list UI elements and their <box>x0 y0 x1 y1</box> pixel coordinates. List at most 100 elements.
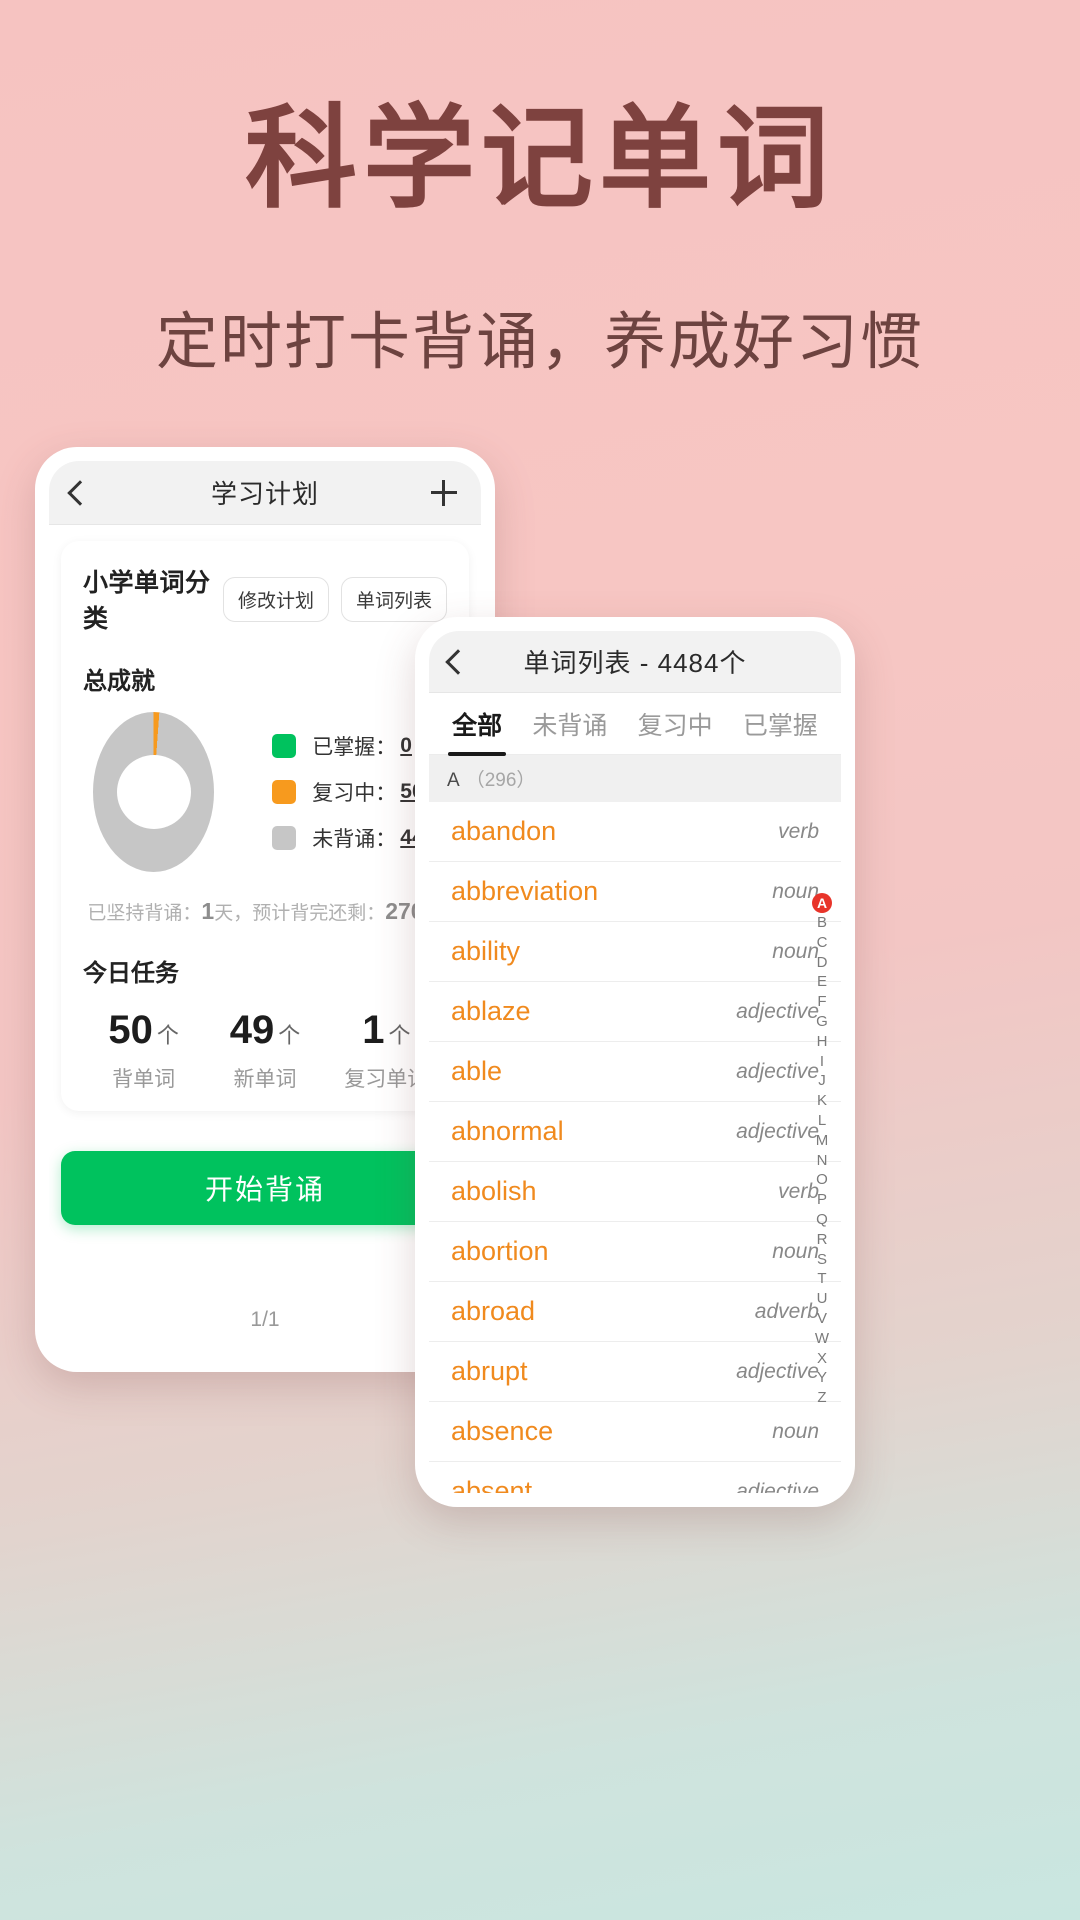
word-text: abroad <box>451 1296 536 1326</box>
group-count: （296） <box>465 770 536 791</box>
list-item[interactable]: absence noun <box>429 1402 841 1462</box>
tab-unlearned[interactable]: 未背诵 <box>528 700 611 748</box>
word-text: abrupt <box>451 1356 528 1386</box>
alphabet-index-scrollbar[interactable]: ABCDEFGHIJKLMNOPQRSTUVWXYZ <box>809 893 835 1408</box>
word-list-tabs: 全部 未背诵 复习中 已掌握 <box>429 693 841 756</box>
alphabet-index-v[interactable]: V <box>817 1309 827 1329</box>
alphabet-index-j[interactable]: J <box>818 1071 826 1091</box>
alphabet-index-o[interactable]: O <box>816 1170 828 1190</box>
word-list-screen: 单词列表 - 4484个 全部 未背诵 复习中 已掌握 A （296） aband… <box>429 631 841 1493</box>
list-item[interactable]: abrupt adjective <box>429 1342 841 1402</box>
list-item[interactable]: ablaze adjective <box>429 982 841 1042</box>
start-recite-button[interactable]: 开始背诵 <box>61 1151 469 1225</box>
task-unit: 个 <box>156 1023 179 1048</box>
list-item[interactable]: abnormal adjective <box>429 1102 841 1162</box>
achievement-heading: 总成就 <box>83 668 155 695</box>
alphabet-index-k[interactable]: K <box>817 1091 827 1111</box>
word-list-title: 单词列表 - 4484个 <box>523 648 747 678</box>
streak-middle: 天，预计背完还剩： <box>214 903 386 924</box>
alphabet-index-w[interactable]: W <box>815 1329 829 1349</box>
word-text: absence <box>451 1416 554 1446</box>
list-item[interactable]: abortion noun <box>429 1222 841 1282</box>
alphabet-index-b[interactable]: B <box>817 913 827 933</box>
alphabet-index-e[interactable]: E <box>817 972 827 992</box>
streak-text: 已坚持背诵：1天，预计背完还剩：270天 <box>83 898 447 925</box>
streak-prefix: 已坚持背诵： <box>87 903 202 924</box>
word-text: ablaze <box>451 996 531 1026</box>
word-pos: verb <box>778 819 819 843</box>
word-pos: adjective <box>736 1119 819 1143</box>
legend-label-mastered: 已掌握： <box>312 736 397 759</box>
group-header-a: A （296） <box>429 755 841 802</box>
study-plan-title: 学习计划 <box>210 479 319 509</box>
alphabet-index-t[interactable]: T <box>817 1269 826 1289</box>
alphabet-index-n[interactable]: N <box>817 1151 828 1171</box>
legend-value-mastered: 0 <box>400 734 412 757</box>
word-text: ability <box>451 936 521 966</box>
word-pos: adjective <box>736 1479 819 1494</box>
list-item[interactable]: absent adjective <box>429 1462 841 1493</box>
alphabet-index-h[interactable]: H <box>817 1032 828 1052</box>
alphabet-index-r[interactable]: R <box>817 1230 828 1250</box>
alphabet-index-l[interactable]: L <box>818 1111 826 1131</box>
alphabet-index-g[interactable]: G <box>816 1012 828 1032</box>
task-stat-new-words: 49 个 新单词 <box>204 1008 325 1093</box>
today-task-heading: 今日任务 <box>83 960 179 987</box>
word-text: abnormal <box>451 1116 564 1146</box>
alphabet-index-f[interactable]: F <box>817 992 826 1012</box>
word-list-navbar: 单词列表 - 4484个 <box>429 631 841 693</box>
task-label: 背单词 <box>112 1068 176 1091</box>
alphabet-index-a[interactable]: A <box>812 893 832 913</box>
page-title: 科学记单词 <box>245 98 835 222</box>
alphabet-index-d[interactable]: D <box>817 953 828 973</box>
task-number: 1 <box>362 1008 385 1052</box>
word-text: absent <box>451 1476 533 1493</box>
group-letter: A <box>447 770 460 791</box>
edit-plan-button[interactable]: 修改计划 <box>222 576 329 622</box>
word-text: abandon <box>451 816 557 846</box>
phone-mockup-word-list: 单词列表 - 4484个 全部 未背诵 复习中 已掌握 A （296） aband… <box>415 617 855 1507</box>
alphabet-index-x[interactable]: X <box>817 1349 827 1369</box>
alphabet-index-u[interactable]: U <box>817 1289 828 1309</box>
legend-label-unlearned: 未背诵： <box>312 828 397 851</box>
word-text: abbreviation <box>451 876 599 906</box>
achievement-chart-row: 已掌握： 0 复习中： 50 未背诵： 4434 <box>83 712 447 872</box>
word-pos: noun <box>772 1419 819 1443</box>
streak-days: 1 <box>201 898 215 924</box>
tab-all[interactable]: 全部 <box>448 700 507 756</box>
legend-swatch-reviewing <box>272 780 297 804</box>
legend-swatch-unlearned <box>272 826 297 850</box>
word-pos: adjective <box>736 999 819 1023</box>
word-pos: adjective <box>736 1059 819 1083</box>
tab-mastered[interactable]: 已掌握 <box>739 700 822 748</box>
task-value: 50 个 <box>83 1008 204 1053</box>
alphabet-index-z[interactable]: Z <box>817 1388 826 1408</box>
plan-actions: 修改计划 单词列表 <box>222 576 447 622</box>
alphabet-index-p[interactable]: P <box>817 1190 827 1210</box>
alphabet-index-y[interactable]: Y <box>817 1368 827 1388</box>
word-list-button[interactable]: 单词列表 <box>340 576 447 622</box>
legend-swatch-mastered <box>272 734 297 758</box>
word-text: abortion <box>451 1236 549 1266</box>
list-item[interactable]: abolish verb <box>429 1162 841 1222</box>
list-item[interactable]: abbreviation noun <box>429 862 841 922</box>
alphabet-index-s[interactable]: S <box>817 1250 827 1270</box>
list-item[interactable]: abandon verb <box>429 802 841 862</box>
alphabet-index-i[interactable]: I <box>820 1052 824 1072</box>
alphabet-index-m[interactable]: M <box>816 1131 829 1151</box>
tab-reviewing[interactable]: 复习中 <box>634 700 717 748</box>
achievement-donut-chart <box>93 712 215 872</box>
task-stat-review-words: 50 个 背单词 <box>83 1008 204 1093</box>
hero-section: 科学记单词 定时打卡背诵，养成好习惯 <box>0 0 1080 381</box>
study-plan-navbar: 学习计划 <box>49 461 481 525</box>
list-item[interactable]: ability noun <box>429 922 841 982</box>
plan-card-header: 小学单词分类 修改计划 单词列表 <box>83 563 447 635</box>
task-label: 新单词 <box>233 1068 297 1091</box>
alphabet-index-c[interactable]: C <box>817 933 828 953</box>
list-item[interactable]: able adjective <box>429 1042 841 1102</box>
plus-icon[interactable] <box>431 479 457 506</box>
task-number: 50 <box>108 1008 153 1052</box>
alphabet-index-q[interactable]: Q <box>816 1210 828 1230</box>
task-unit: 个 <box>388 1023 411 1048</box>
list-item[interactable]: abroad adverb <box>429 1282 841 1342</box>
